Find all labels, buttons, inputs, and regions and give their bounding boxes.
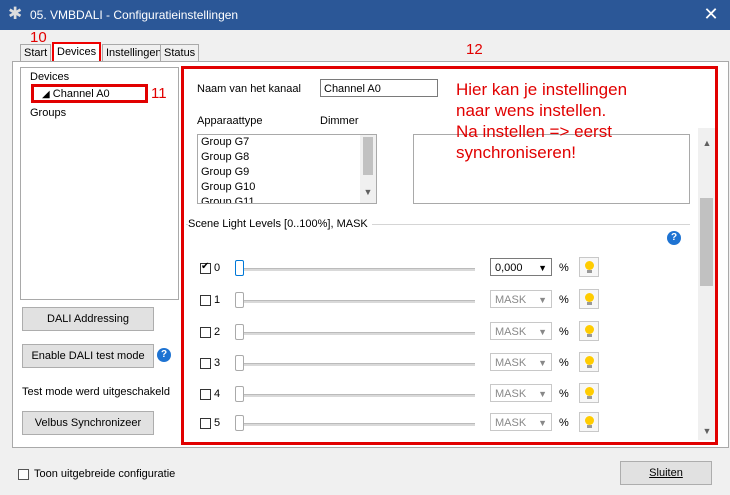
note-line: Na instellen => eerst bbox=[456, 122, 612, 141]
test-mode-status: Test mode werd uitgeschakeld bbox=[22, 386, 170, 398]
dali-addressing-button[interactable]: DALI Addressing bbox=[22, 307, 154, 331]
annotation-box-11 bbox=[31, 84, 148, 103]
tab-instellingen[interactable]: Instellingen bbox=[102, 44, 166, 61]
enable-test-mode-button[interactable]: Enable DALI test mode bbox=[22, 344, 154, 368]
close-button-label: Sluiten bbox=[649, 467, 683, 479]
annotation-10: 10 bbox=[30, 29, 47, 46]
close-window-button[interactable]: ✕ bbox=[700, 4, 722, 24]
extended-config-label: Toon uitgebreide configuratie bbox=[34, 468, 176, 480]
tab-status[interactable]: Status bbox=[160, 44, 200, 61]
close-button[interactable]: Sluiten bbox=[620, 461, 712, 485]
velbus-sync-button[interactable]: Velbus Synchronizeer bbox=[22, 411, 154, 435]
annotation-11: 11 bbox=[151, 85, 167, 102]
window-title: 05. VMBDALI - Configuratieinstellingen bbox=[30, 8, 239, 22]
extended-config-checkbox[interactable] bbox=[18, 469, 29, 480]
note-line: Hier kan je instellingen bbox=[456, 80, 628, 99]
tree-devices[interactable]: Devices bbox=[30, 71, 69, 83]
gear-icon: ✱ bbox=[8, 4, 23, 23]
note-line: synchroniseren! bbox=[456, 143, 577, 162]
help-icon[interactable]: ? bbox=[157, 348, 171, 362]
annotation-note: Hier kan je instellingen naar wens inste… bbox=[456, 79, 627, 163]
annotation-12: 12 bbox=[466, 41, 483, 58]
note-line: naar wens instellen. bbox=[456, 101, 607, 120]
title-bar: ✱ 05. VMBDALI - Configuratieinstellingen… bbox=[0, 0, 730, 30]
annotation-box-12 bbox=[181, 66, 718, 445]
tree-groups[interactable]: Groups bbox=[30, 107, 66, 119]
tab-start[interactable]: Start bbox=[20, 44, 52, 61]
